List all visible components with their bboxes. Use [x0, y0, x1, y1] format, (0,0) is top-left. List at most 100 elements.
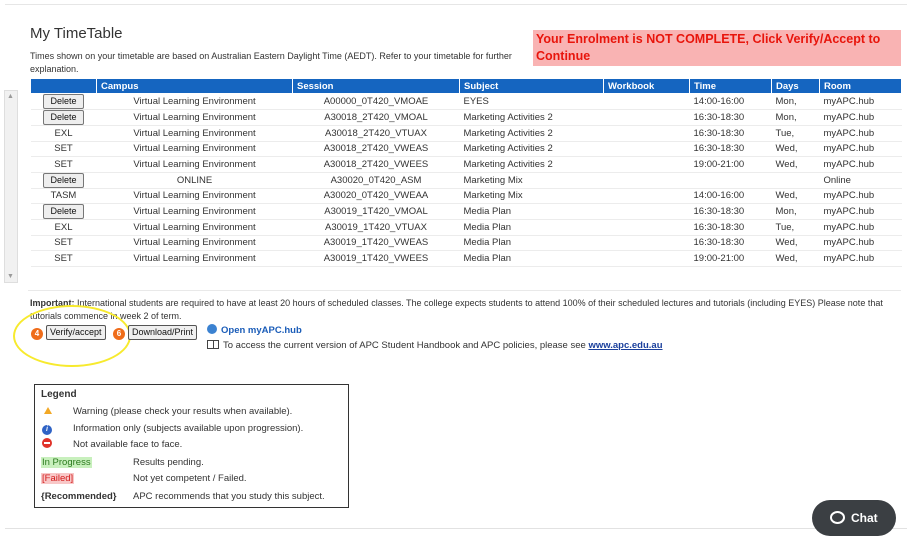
warning-icon: [44, 407, 52, 414]
page-title: My TimeTable: [30, 25, 123, 42]
policy-notice: To access the current version of APC Stu…: [207, 340, 663, 351]
action-cell: Delete: [30, 172, 97, 189]
action-cell: EXL: [30, 219, 97, 236]
time-cell: [689, 172, 772, 189]
table-row: SET Virtual Learning Environment A30019_1T…: [30, 250, 902, 267]
campus-cell: Virtual Learning Environment: [96, 141, 293, 157]
table-row: SET Virtual Learning Environment A30018_2T…: [30, 141, 902, 157]
workbook-cell: [603, 125, 690, 142]
open-hub-label: Open myAPC.hub: [221, 325, 302, 336]
session-cell: A30018_2T420_VMOAL: [292, 109, 460, 126]
timetable-panel: ▲ ▼ Campus Session Subject Workbook Time Days…: [4, 78, 902, 283]
days-cell: Wed,: [771, 141, 820, 157]
session-cell: A30018_2T420_VWEAS: [292, 141, 460, 157]
campus-cell: Virtual Learning Environment: [96, 109, 293, 126]
legend-row: [Failed] Not yet competent / Failed.: [41, 472, 247, 485]
days-cell: [771, 172, 820, 189]
session-cell: A30019_1T420_VWEAS: [292, 235, 460, 251]
action-cell: SET: [30, 235, 97, 251]
table-row: Delete Virtual Learning Environment A30018…: [30, 109, 902, 126]
time-cell: 16:30-18:30: [689, 109, 772, 126]
timetable-body: Delete Virtual Learning Environment A00000…: [30, 93, 902, 267]
campus-cell: Virtual Learning Environment: [96, 93, 293, 110]
session-cell: A30020_0T420_VWEAA: [292, 188, 460, 204]
info-icon: i: [42, 425, 52, 435]
download-print-button[interactable]: Download/Print: [128, 325, 198, 340]
in-progress-key: In Progress: [41, 457, 92, 468]
subject-cell: Marketing Mix: [459, 172, 604, 189]
subject-cell: Marketing Activities 2: [459, 141, 604, 157]
campus-cell: Virtual Learning Environment: [96, 125, 293, 142]
subject-cell: Media Plan: [459, 203, 604, 220]
time-cell: 16:30-18:30: [689, 235, 772, 251]
legend-row: Warning (please check your results when …: [41, 405, 292, 418]
delete-button[interactable]: Delete: [43, 204, 84, 219]
campus-cell: Virtual Learning Environment: [96, 250, 293, 267]
verify-accept-button[interactable]: Verify/accept: [46, 325, 106, 340]
step-4-badge: 4: [31, 328, 43, 340]
days-cell: Mon,: [771, 203, 820, 220]
room-cell: myAPC.hub: [819, 93, 902, 110]
time-cell: 19:00-21:00: [689, 156, 772, 173]
days-cell: Wed,: [771, 156, 820, 173]
delete-button[interactable]: Delete: [43, 172, 84, 188]
apc-website-link[interactable]: www.apc.edu.au: [588, 340, 662, 351]
time-cell: 16:30-18:30: [689, 141, 772, 157]
subject-cell: Marketing Activities 2: [459, 109, 604, 126]
scroll-up-icon[interactable]: ▲: [7, 93, 14, 100]
legend-text: Warning (please check your results when …: [73, 406, 293, 417]
column-header: Room: [819, 78, 902, 94]
campus-cell: Virtual Learning Environment: [96, 156, 293, 173]
action-cell: SET: [30, 156, 97, 173]
section-divider: [28, 290, 901, 291]
legend-row: In Progress Results pending.: [41, 456, 204, 469]
subject-cell: Media Plan: [459, 219, 604, 236]
subject-cell: Marketing Activities 2: [459, 156, 604, 173]
table-row: SET Virtual Learning Environment A30019_1T…: [30, 235, 902, 251]
action-cell: Delete: [30, 203, 97, 220]
days-cell: Mon,: [771, 109, 820, 126]
timetable-scrollbar[interactable]: ▲ ▼: [4, 90, 18, 283]
session-cell: A00000_0T420_VMOAE: [292, 93, 460, 110]
book-icon: [207, 340, 219, 349]
column-header: Subject: [459, 78, 604, 94]
column-header: Workbook: [603, 78, 690, 94]
room-cell: myAPC.hub: [819, 156, 902, 173]
workbook-cell: [603, 93, 690, 110]
table-row: EXL Virtual Learning Environment A30019_1T…: [30, 219, 902, 236]
workbook-cell: [603, 156, 690, 173]
open-myapc-hub-link[interactable]: Open myAPC.hub: [207, 324, 302, 336]
important-text: International students are required to h…: [30, 298, 883, 321]
room-cell: myAPC.hub: [819, 125, 902, 142]
campus-cell: Virtual Learning Environment: [96, 235, 293, 251]
days-cell: Wed,: [771, 235, 820, 251]
subject-cell: Media Plan: [459, 235, 604, 251]
action-cell: Delete: [30, 109, 97, 126]
days-cell: Tue,: [771, 219, 820, 236]
legend-key: [41, 405, 73, 418]
workbook-cell: [603, 203, 690, 220]
globe-icon: [207, 324, 217, 334]
room-cell: myAPC.hub: [819, 219, 902, 236]
days-cell: Tue,: [771, 125, 820, 142]
subject-cell: Marketing Activities 2: [459, 125, 604, 142]
days-cell: Mon,: [771, 93, 820, 110]
workbook-cell: [603, 250, 690, 267]
delete-button[interactable]: Delete: [43, 94, 84, 109]
chat-button[interactable]: Chat: [812, 500, 896, 536]
legend-key: i: [41, 422, 73, 435]
delete-button[interactable]: Delete: [43, 110, 84, 125]
chat-label: Chat: [851, 511, 878, 525]
legend-text: Not yet competent / Failed.: [133, 473, 247, 484]
column-header: Days: [771, 78, 820, 94]
timetable-table: Campus Session Subject Workbook Time Days Room…: [30, 78, 902, 267]
enrolment-warning: Your Enrolment is NOT COMPLETE, Click Ve…: [533, 30, 901, 66]
legend-row: Not available face to face.: [41, 438, 182, 451]
room-cell: myAPC.hub: [819, 188, 902, 204]
session-cell: A30019_1T420_VTUAX: [292, 219, 460, 236]
campus-cell: Virtual Learning Environment: [96, 219, 293, 236]
recommended-key: {Recommended}: [41, 491, 117, 502]
scroll-down-icon[interactable]: ▼: [7, 273, 14, 280]
session-cell: A30019_1T420_VMOAL: [292, 203, 460, 220]
room-cell: myAPC.hub: [819, 141, 902, 157]
